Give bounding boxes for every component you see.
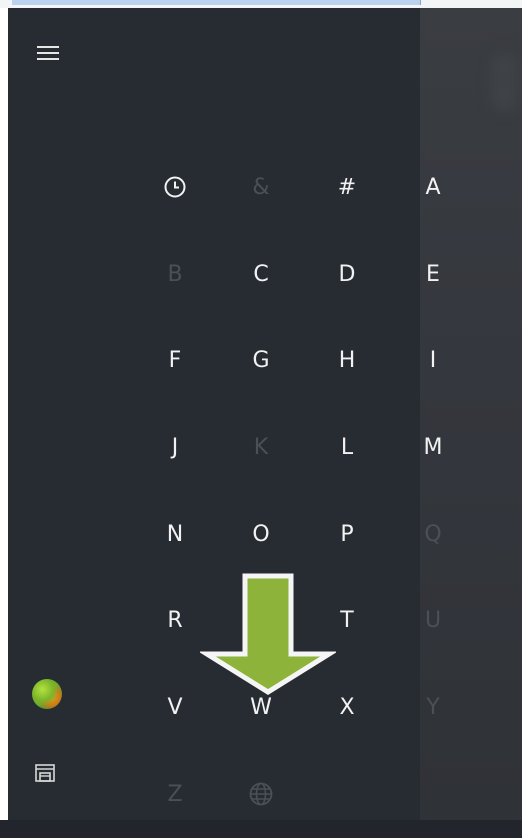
clock-icon[interactable]: [132, 144, 218, 231]
letter-hash[interactable]: #: [304, 144, 390, 231]
letter-x[interactable]: X: [304, 664, 390, 751]
letter-d[interactable]: D: [304, 231, 390, 318]
letter-n[interactable]: N: [132, 491, 218, 578]
letter-r[interactable]: R: [132, 577, 218, 664]
letter-a[interactable]: A: [390, 144, 476, 231]
hamburger-menu-icon[interactable]: [37, 46, 59, 60]
letter-q: Q: [424, 521, 442, 547]
letter-o[interactable]: O: [218, 491, 304, 578]
letter-f[interactable]: F: [132, 317, 218, 404]
letter-h[interactable]: H: [304, 317, 390, 404]
letter-e[interactable]: E: [390, 231, 476, 318]
letter-w[interactable]: W: [218, 664, 304, 751]
letter-ampersand: &: [252, 174, 270, 200]
letter-t[interactable]: T: [304, 577, 390, 664]
hamburger-line: [37, 52, 59, 54]
letter-k: K: [253, 434, 269, 460]
letter-g[interactable]: G: [218, 317, 304, 404]
file-explorer-icon[interactable]: [33, 762, 59, 784]
letter-z: Z: [167, 781, 183, 807]
letter-m[interactable]: M: [390, 404, 476, 491]
letter-j[interactable]: J: [132, 404, 218, 491]
letter-s[interactable]: S: [218, 577, 304, 664]
user-avatar[interactable]: [32, 679, 62, 709]
letter-p[interactable]: P: [304, 491, 390, 578]
top-strip-highlight: [12, 0, 421, 5]
hamburger-line: [37, 58, 59, 60]
letter-l[interactable]: L: [304, 404, 390, 491]
letter-i[interactable]: I: [390, 317, 476, 404]
top-strip: [0, 0, 522, 8]
letter-y: Y: [426, 694, 440, 720]
letter-u: U: [424, 608, 442, 634]
letter-v[interactable]: V: [132, 664, 218, 751]
letter-c[interactable]: C: [218, 231, 304, 318]
hamburger-line: [37, 46, 59, 48]
alphabet-index-grid: & # A B C D E F G H I J K L M N O P Q R S T U V W X Y Z: [132, 144, 476, 838]
globe-icon: [218, 751, 304, 838]
left-edge: [0, 8, 8, 820]
letter-b: B: [167, 261, 183, 287]
background-shape: [490, 52, 518, 112]
